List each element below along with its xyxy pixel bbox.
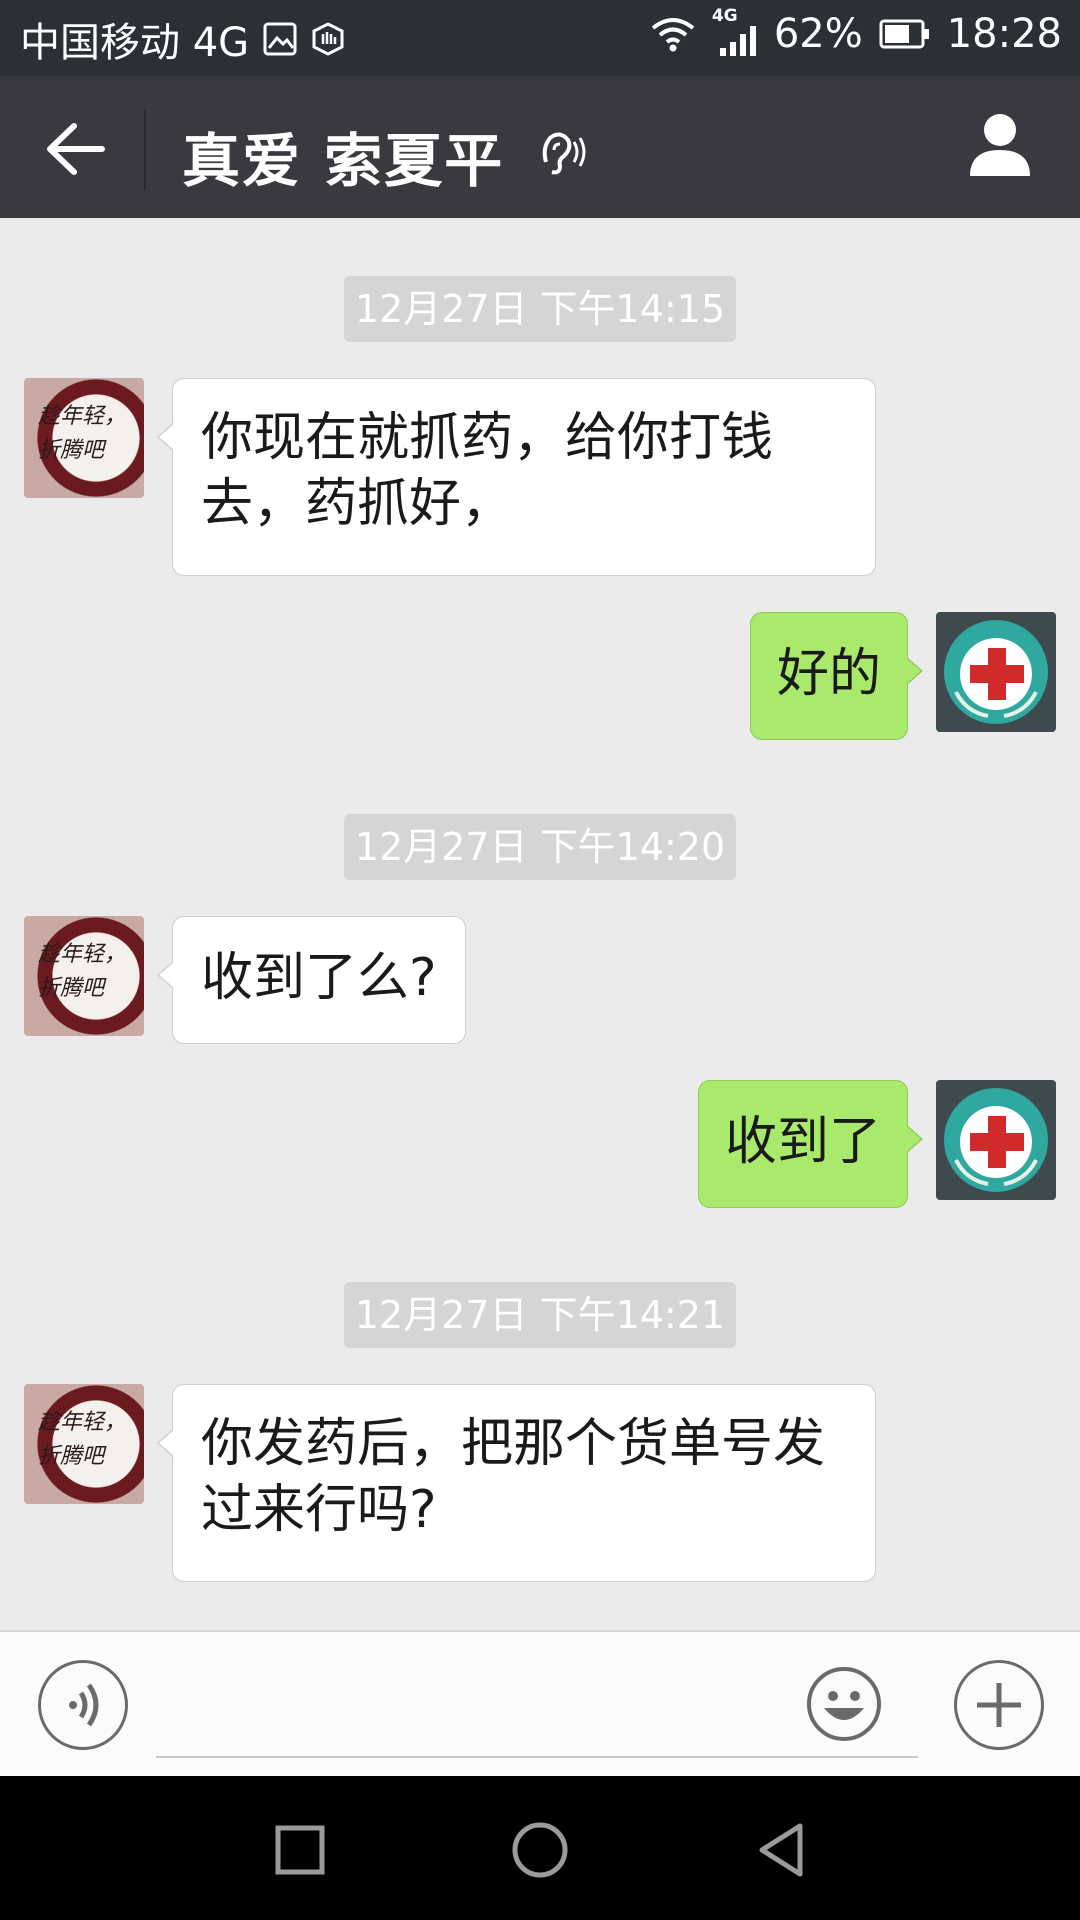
red-cross-logo-icon (944, 620, 1048, 724)
image-icon (263, 22, 297, 56)
status-bar: 中国移动 4G 4G 62% 18:28 (0, 0, 1080, 76)
system-navigation-bar (0, 1776, 1080, 1920)
avatar-text: 趁年轻，折腾吧 (38, 404, 127, 463)
battery-percent: 62% (773, 11, 863, 57)
signal-icon (719, 26, 756, 56)
square-icon[interactable] (270, 1820, 330, 1880)
avatar-text: 趁年轻，折腾吧 (38, 942, 127, 1001)
plus-icon (977, 1683, 1021, 1727)
avatar-contact[interactable]: 趁年轻，折腾吧 (24, 916, 144, 1036)
back-arrow-icon[interactable] (40, 116, 110, 182)
ear-icon (542, 132, 586, 175)
voice-icon (69, 1683, 99, 1727)
avatar-self[interactable] (936, 612, 1056, 732)
avatar-contact[interactable]: 趁年轻，折腾吧 (24, 1384, 144, 1504)
triangle-back-icon[interactable] (752, 1820, 812, 1880)
message-input[interactable] (156, 1658, 918, 1758)
more-button[interactable] (954, 1660, 1044, 1750)
timestamp: 12月27日 下午14:21 (344, 1282, 736, 1348)
received-message[interactable]: 收到了么? (157, 916, 466, 1044)
wifi-icon (651, 18, 695, 52)
received-message[interactable]: 你现在就抓药，给你打钱去，药抓好， (157, 378, 876, 576)
avatar-contact[interactable]: 趁年轻，折腾吧 (24, 378, 144, 498)
signal-indicator: 4G (712, 6, 758, 58)
chat-header: 真爱 索夏平 (0, 76, 1080, 218)
timestamp: 12月27日 下午14:20 (344, 814, 736, 880)
contact-icon[interactable] (968, 112, 1032, 178)
sent-message[interactable]: 收到了 (697, 1080, 924, 1208)
hand-icon (312, 22, 344, 56)
red-cross-logo-icon (944, 1088, 1048, 1192)
sent-message[interactable]: 好的 (749, 612, 924, 740)
circle-icon[interactable] (510, 1820, 570, 1880)
battery-icon (879, 19, 929, 49)
message-list[interactable]: 12月27日 下午14:15 趁年轻，折腾吧 你现在就抓药，给你打钱去，药抓好，… (0, 218, 1080, 1630)
voice-button[interactable] (38, 1660, 128, 1750)
emoji-icon[interactable] (806, 1666, 882, 1742)
avatar-self[interactable] (936, 1080, 1056, 1200)
input-bar (0, 1630, 1080, 1778)
avatar-text: 趁年轻，折腾吧 (38, 1410, 127, 1469)
divider (144, 110, 146, 190)
chat-title: 真爱 索夏平 (182, 127, 505, 195)
clock: 18:28 (946, 11, 1062, 57)
timestamp: 12月27日 下午14:15 (344, 276, 736, 342)
received-message[interactable]: 你发药后，把那个货单号发过来行吗? (157, 1384, 876, 1582)
carrier-label: 中国移动 4G (20, 20, 250, 66)
